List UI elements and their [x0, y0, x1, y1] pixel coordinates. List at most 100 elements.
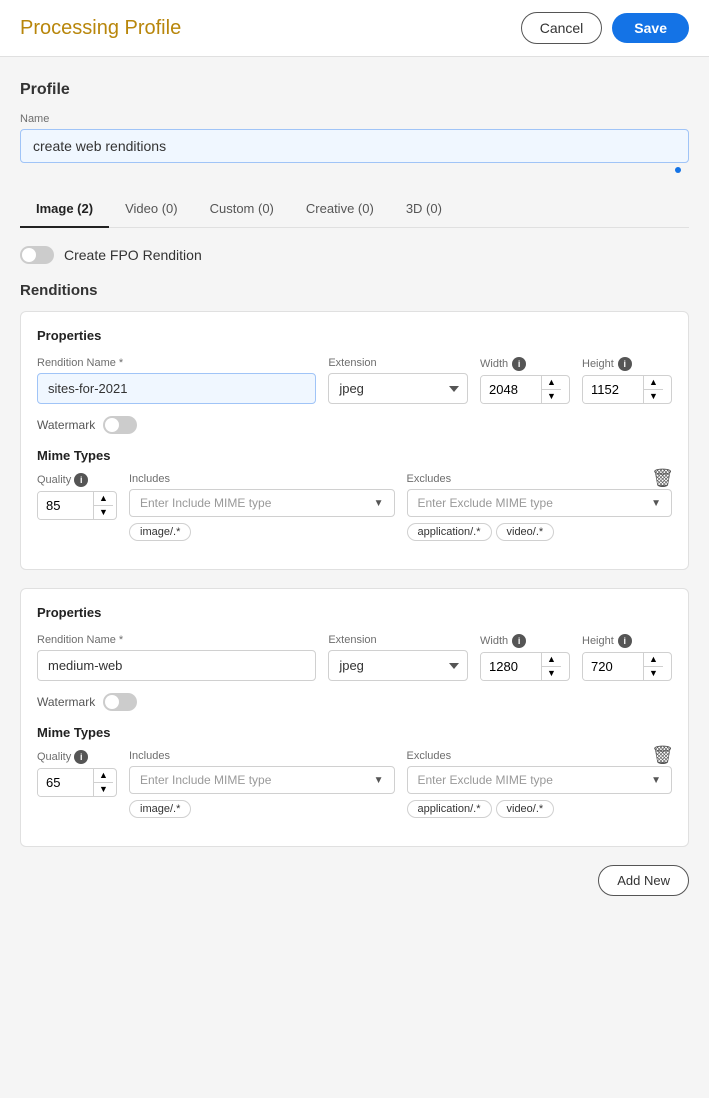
rendition-name-input-2[interactable]	[37, 650, 316, 681]
name-label: Name	[20, 113, 689, 125]
quality-input-1[interactable]	[38, 492, 93, 519]
width-group-2: Width i ▲ ▼	[480, 634, 570, 681]
width-stepper-1[interactable]: ▲ ▼	[480, 375, 570, 404]
width-label-2: Width i	[480, 634, 570, 648]
exclude-tag-1-0[interactable]: application/.*	[407, 523, 492, 541]
height-label-2: Height i	[582, 634, 672, 648]
height-group-1: Height i ▲ ▼	[582, 357, 672, 404]
quality-input-2[interactable]	[38, 769, 93, 796]
exclude-tag-1-1[interactable]: video/.*	[496, 523, 555, 541]
exclude-tag-2-1[interactable]: video/.*	[496, 800, 555, 818]
excludes-label-1: Excludes	[407, 473, 673, 485]
delete-card-2-icon[interactable]: 🗑	[651, 745, 674, 766]
dot-indicator	[20, 167, 689, 173]
add-new-button[interactable]: Add New	[598, 865, 689, 896]
header-actions: Cancel Save	[521, 12, 689, 44]
quality-input-wrap-2[interactable]: ▲ ▼	[37, 768, 117, 797]
height-input-1[interactable]	[583, 376, 643, 403]
tab-video[interactable]: Video (0)	[109, 191, 194, 228]
includes-dropdown-1[interactable]: Enter Include MIME type ▼	[129, 489, 395, 517]
extension-select-1[interactable]: jpeg png gif webp	[328, 373, 468, 404]
quality-stepper-col-1: ▲ ▼	[93, 492, 113, 519]
excludes-group-2: Excludes Enter Exclude MIME type ▼ appli…	[407, 750, 673, 818]
width-input-2[interactable]	[481, 653, 541, 680]
rendition-name-label-1: Rendition Name *	[37, 357, 316, 369]
tab-custom[interactable]: Custom (0)	[194, 191, 290, 228]
height-down-2[interactable]: ▼	[644, 667, 663, 680]
include-tag-1-0[interactable]: image/.*	[129, 523, 191, 541]
excludes-placeholder-2: Enter Exclude MIME type	[418, 773, 553, 787]
width-label-1: Width i	[480, 357, 570, 371]
extension-select-2[interactable]: jpeg png gif webp	[328, 650, 468, 681]
exclude-tag-2-0[interactable]: application/.*	[407, 800, 492, 818]
quality-down-2[interactable]: ▼	[94, 783, 113, 796]
height-stepper-2[interactable]: ▲ ▼	[582, 652, 672, 681]
excludes-chevron-2: ▼	[651, 775, 661, 786]
rendition-name-input-1[interactable]	[37, 373, 316, 404]
watermark-toggle-2[interactable]	[103, 693, 137, 711]
rendition-name-group-2: Rendition Name *	[37, 634, 316, 681]
height-label-1: Height i	[582, 357, 672, 371]
width-stepper-2[interactable]: ▲ ▼	[480, 652, 570, 681]
height-up-2[interactable]: ▲	[644, 653, 663, 667]
tab-creative[interactable]: Creative (0)	[290, 191, 390, 228]
watermark-label-2: Watermark	[37, 695, 95, 709]
delete-card-1-icon[interactable]: 🗑	[651, 468, 674, 489]
extension-group-1: Extension jpeg png gif webp	[328, 357, 468, 404]
tab-3d[interactable]: 3D (0)	[390, 191, 458, 228]
fpo-label: Create FPO Rendition	[64, 247, 202, 263]
excludes-dropdown-1[interactable]: Enter Exclude MIME type ▼	[407, 489, 673, 517]
width-info-icon-1: i	[512, 357, 526, 371]
profile-section-label: Profile	[20, 81, 689, 99]
width-up-2[interactable]: ▲	[542, 653, 561, 667]
cancel-button[interactable]: Cancel	[521, 12, 603, 44]
height-group-2: Height i ▲ ▼	[582, 634, 672, 681]
width-input-1[interactable]	[481, 376, 541, 403]
width-up-1[interactable]: ▲	[542, 376, 561, 390]
save-button[interactable]: Save	[612, 13, 689, 43]
tab-image[interactable]: Image (2)	[20, 191, 109, 228]
includes-label-1: Includes	[129, 473, 395, 485]
fpo-toggle[interactable]	[20, 246, 54, 264]
height-down-1[interactable]: ▼	[644, 390, 663, 403]
includes-placeholder-1: Enter Include MIME type	[140, 496, 271, 510]
width-down-1[interactable]: ▼	[542, 390, 561, 403]
status-dot	[675, 167, 681, 173]
height-stepper-1[interactable]: ▲ ▼	[582, 375, 672, 404]
includes-tags-1: image/.*	[129, 523, 395, 541]
quality-info-icon-1: i	[74, 473, 88, 487]
includes-dropdown-2[interactable]: Enter Include MIME type ▼	[129, 766, 395, 794]
quality-down-1[interactable]: ▼	[94, 506, 113, 519]
include-tag-2-0[interactable]: image/.*	[129, 800, 191, 818]
excludes-tags-1: application/.* video/.*	[407, 523, 673, 541]
rendition-name-group-1: Rendition Name *	[37, 357, 316, 404]
profile-name-input[interactable]	[20, 129, 689, 163]
excludes-chevron-1: ▼	[651, 498, 661, 509]
watermark-row-2: Watermark	[37, 693, 672, 711]
quality-input-wrap-1[interactable]: ▲ ▼	[37, 491, 117, 520]
quality-up-1[interactable]: ▲	[94, 492, 113, 506]
add-new-row: Add New	[20, 865, 689, 896]
profile-section: Profile Name	[20, 81, 689, 173]
extension-group-2: Extension jpeg png gif webp	[328, 634, 468, 681]
excludes-dropdown-2[interactable]: Enter Exclude MIME type ▼	[407, 766, 673, 794]
includes-chevron-2: ▼	[374, 775, 384, 786]
watermark-toggle-1[interactable]	[103, 416, 137, 434]
renditions-label: Renditions	[20, 282, 689, 299]
tabs-bar: Image (2) Video (0) Custom (0) Creative …	[20, 191, 689, 228]
card-2-form-row-1: Rendition Name * Extension jpeg png gif …	[37, 634, 672, 681]
card-1-form-row-1: Rendition Name * Extension jpeg png gif …	[37, 357, 672, 404]
height-up-1[interactable]: ▲	[644, 376, 663, 390]
quality-label-1: Quality i	[37, 473, 117, 487]
width-stepper-col-2: ▲ ▼	[541, 653, 561, 680]
mime-row-2: Quality i ▲ ▼ Includes Enter Include MIM…	[37, 750, 672, 818]
quality-up-2[interactable]: ▲	[94, 769, 113, 783]
extension-label-1: Extension	[328, 357, 468, 369]
height-input-2[interactable]	[583, 653, 643, 680]
quality-group-1: Quality i ▲ ▼	[37, 473, 117, 520]
page-title: Processing Profile	[20, 17, 181, 40]
width-group-1: Width i ▲ ▼	[480, 357, 570, 404]
height-stepper-col-1: ▲ ▼	[643, 376, 663, 403]
width-down-2[interactable]: ▼	[542, 667, 561, 680]
quality-info-icon-2: i	[74, 750, 88, 764]
